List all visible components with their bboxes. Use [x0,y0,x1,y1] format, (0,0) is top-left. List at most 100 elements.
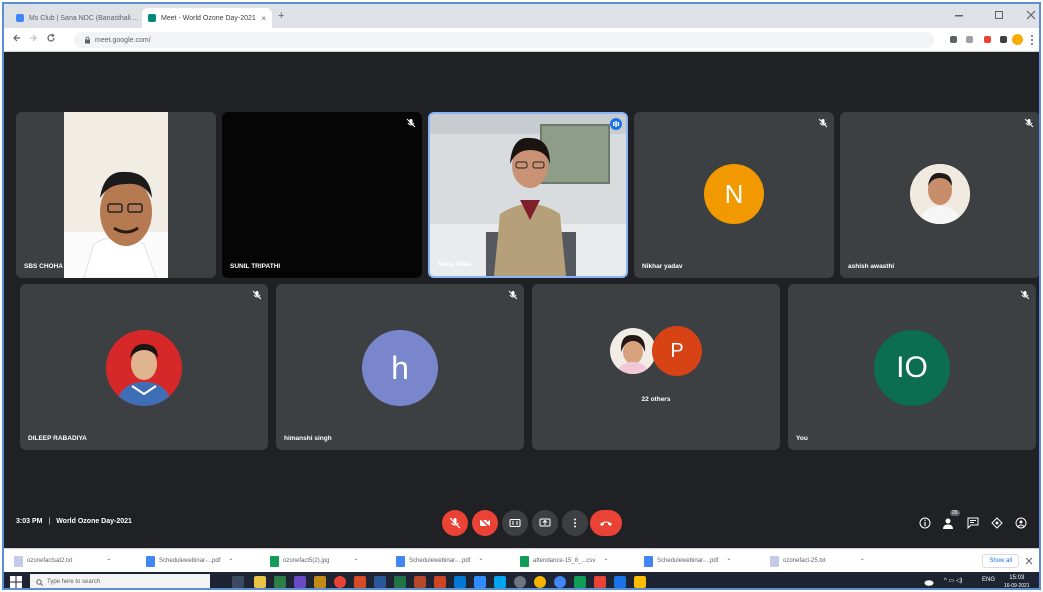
others-tile[interactable]: P 22 others [532,284,780,450]
download-filename: ozonefact-25.txt [783,558,826,564]
self-tile[interactable]: IO You [788,284,1036,450]
app-icon[interactable] [614,576,626,588]
more-options-button[interactable] [562,510,588,536]
extension-icon[interactable] [984,36,991,43]
chevron-up-icon[interactable]: ⌃ [478,558,483,565]
chevron-up-icon[interactable]: ⌃ [353,558,358,565]
app-icon[interactable] [514,576,526,588]
app-icon[interactable] [494,576,506,588]
profile-avatar[interactable] [1012,34,1023,45]
chrome-icon[interactable] [334,576,346,588]
participant-tile[interactable]: SUNIL TRIPATHI [222,112,422,278]
windows-start-icon[interactable] [10,576,22,588]
app-icon[interactable] [574,576,586,588]
chevron-up-icon[interactable]: ⌃ [106,558,111,565]
app-icon[interactable] [474,576,486,588]
participant-name: himanshi singh [284,435,332,442]
word-icon[interactable] [374,576,386,588]
download-item[interactable]: Schedulewebinar-...pdf ⌃ [396,554,483,568]
people-icon [943,518,953,529]
camera-toggle-button[interactable] [472,510,498,536]
chevron-up-icon[interactable]: ⌃ [726,558,731,565]
close-tab-icon[interactable]: × [261,14,266,23]
minimize-icon[interactable] [954,10,964,20]
participant-tile[interactable]: h himanshi singh [276,284,524,450]
app-icon[interactable] [594,576,606,588]
chat-button[interactable] [966,516,980,530]
mic-toggle-button[interactable] [442,510,468,536]
participant-tile[interactable]: N Nikhar yadav [634,112,834,278]
chevron-up-icon[interactable]: ⌃ [228,558,233,565]
meeting-details-button[interactable] [918,516,932,530]
leave-call-button[interactable] [590,510,622,536]
download-filename: Schedulewebinar-...pdf [657,558,719,564]
participant-tile[interactable]: SBS CHOHA [16,112,216,278]
download-item[interactable]: ozonefact-25.txt ⌃ [770,554,865,568]
kebab-menu-icon[interactable] [1030,34,1034,46]
language-indicator[interactable]: ENG [982,577,995,583]
download-item[interactable]: Schedulewebinar-...pdf ⌃ [644,554,731,568]
show-all-downloads-button[interactable]: Show all [982,554,1019,568]
app-icon[interactable] [434,576,446,588]
back-arrow-icon[interactable] [12,33,22,43]
participant-avatar: IO [874,330,950,406]
taskbar-search-box[interactable]: Type here to search [30,574,210,588]
download-item[interactable]: attendance-15_8_...csv ⌃ [520,554,608,568]
tab-favicon-icon [16,14,24,22]
participant-tile[interactable]: DILEEP RABADIYA [20,284,268,450]
participant-tile[interactable]: ashish awasthi [840,112,1039,278]
lock-icon [85,36,90,44]
activities-icon [991,517,1003,529]
app-icon[interactable] [294,576,306,588]
app-icon[interactable] [634,576,646,588]
new-tab-button[interactable]: + [278,10,284,22]
download-filename: attendance-15_8_...csv [533,558,596,564]
extension-icon[interactable] [1000,36,1007,43]
excel-icon[interactable] [394,576,406,588]
participant-video [430,114,626,276]
file-icon [270,555,279,567]
file-icon [396,555,405,567]
participant-avatar: N [704,164,764,224]
host-controls-button[interactable] [1014,516,1028,530]
close-shelf-icon[interactable] [1025,557,1033,565]
meet-favicon-icon [148,14,156,22]
app-icon[interactable] [554,576,566,588]
captions-button[interactable] [502,510,528,536]
powerpoint-icon[interactable] [414,576,426,588]
participant-avatar-photo [608,326,658,376]
address-bar[interactable]: meet.google.com/ [74,32,934,48]
chevron-up-icon[interactable]: ⌃ [860,558,865,565]
file-icon [520,555,529,567]
reload-icon[interactable] [46,33,56,43]
app-icon[interactable] [534,576,546,588]
close-window-icon[interactable] [1026,10,1036,20]
browser-tab[interactable]: Ms Club | Sana NDC (Banasthali ... × [10,8,142,28]
extension-icon[interactable] [950,36,957,43]
app-icon[interactable] [454,576,466,588]
clock[interactable]: 15:03 16-09-2021 [1004,574,1030,588]
tab-label: Ms Club | Sana NDC (Banasthali ... [29,14,139,22]
download-item[interactable]: ozonefact5(2).jpg ⌃ [270,554,358,568]
cloud-icon[interactable] [924,578,934,586]
participant-avatar-photo [910,164,970,224]
download-item[interactable]: ozonefactsat2.txt ⌃ [14,554,111,568]
participant-tile-speaking[interactable]: Neha Pillai [428,112,628,278]
browser-tab-strip: Ms Club | Sana NDC (Banasthali ... × Mee… [4,4,1039,28]
task-view-icon[interactable] [232,576,244,588]
download-item[interactable]: Schedulewebinar-...pdf ⌃ [146,554,233,568]
chevron-up-icon[interactable]: ⌃ [603,558,608,565]
maximize-icon[interactable] [994,10,1004,20]
app-icon[interactable] [314,576,326,588]
present-screen-button[interactable] [532,510,558,536]
system-tray-icons[interactable]: ^ ▭ ◁) [944,577,962,584]
app-icon[interactable] [274,576,286,588]
forward-arrow-icon[interactable] [28,33,38,43]
file-explorer-icon[interactable] [254,576,266,588]
browser-tab-active[interactable]: Meet - World Ozone Day-2021 × [142,8,272,28]
extension-icon[interactable] [966,36,973,43]
app-icon[interactable] [354,576,366,588]
people-button[interactable]: 26 [942,510,960,530]
screenshot-frame: Ms Club | Sana NDC (Banasthali ... × Mee… [2,2,1041,590]
activities-button[interactable] [990,516,1004,530]
